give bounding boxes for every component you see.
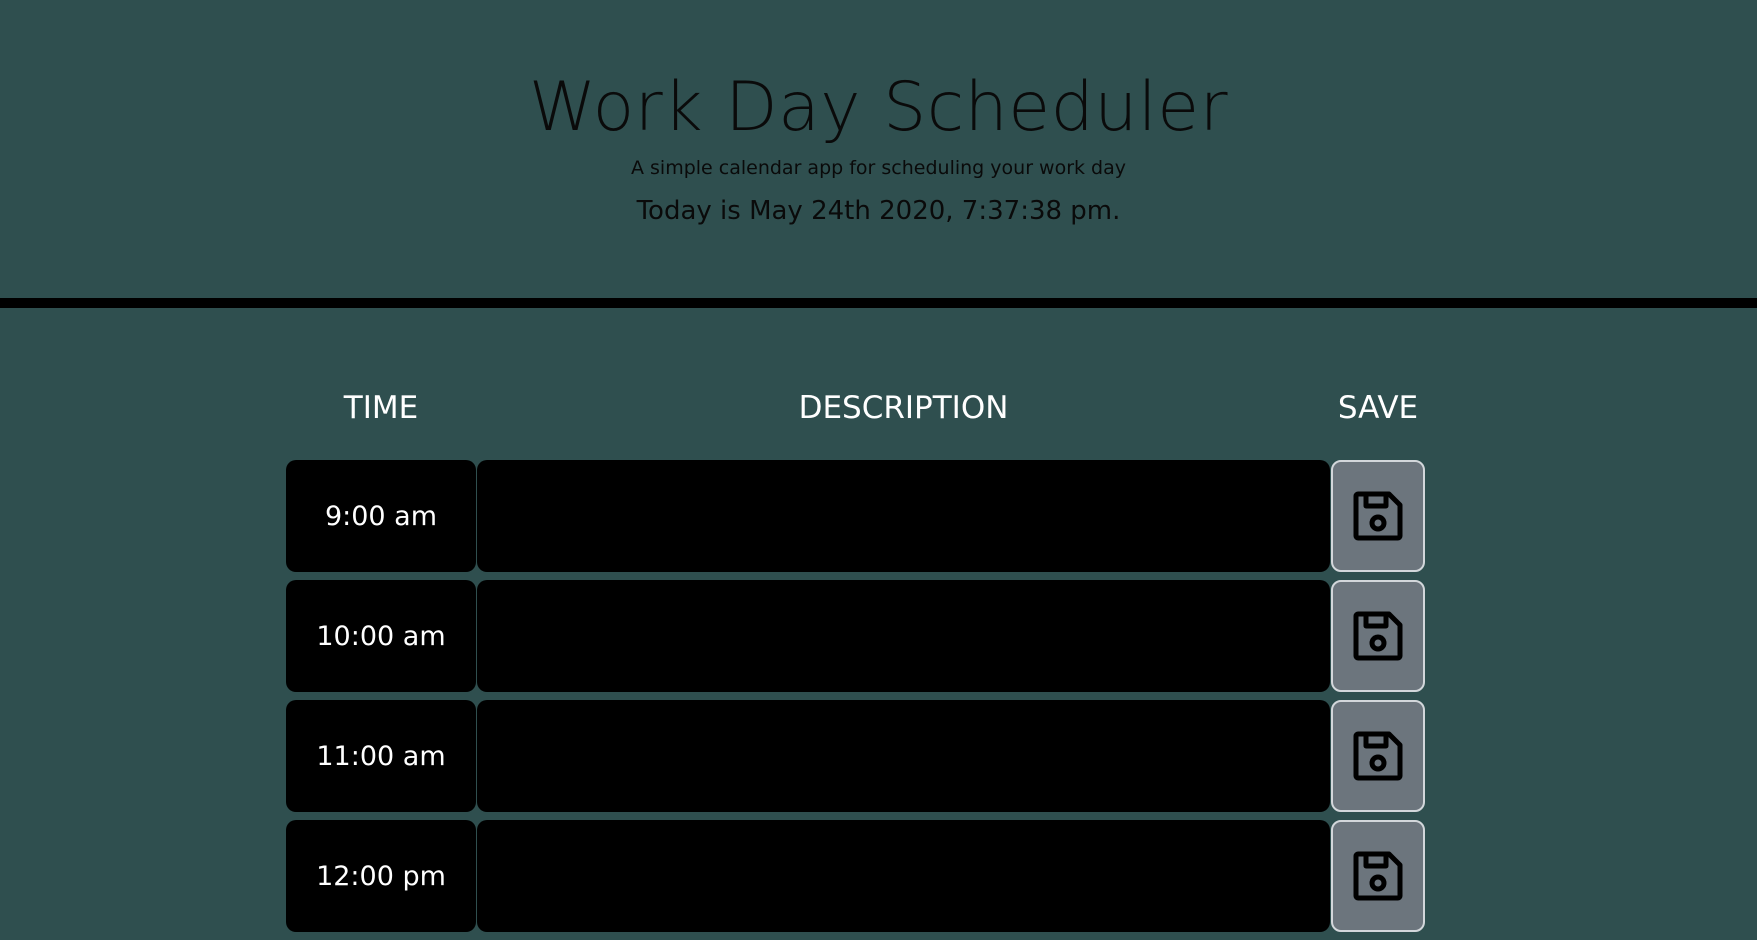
floppy-disk-icon [1351,729,1405,783]
header-divider [0,298,1757,308]
save-button[interactable] [1331,700,1425,812]
hour-label: 12:00 pm [286,820,476,932]
floppy-disk-icon [1351,849,1405,903]
time-column-header: TIME [343,390,419,426]
page-title: Work Day Scheduler [528,68,1229,147]
hour-label: 10:00 am [286,580,476,692]
description-input[interactable] [477,820,1330,932]
time-block-row: 9:00 am [286,460,1426,572]
floppy-disk-icon [1351,489,1405,543]
header-jumbotron: Work Day Scheduler A simple calendar app… [0,0,1757,298]
save-button[interactable] [1331,460,1425,572]
description-input[interactable] [477,460,1330,572]
time-block-row: 11:00 am [286,700,1426,812]
floppy-disk-icon [1351,609,1405,663]
time-block-row: 10:00 am [286,580,1426,692]
description-input[interactable] [477,700,1330,812]
current-date-time: Today is May 24th 2020, 7:37:38 pm. [636,196,1121,226]
description-column-header: DESCRIPTION [798,390,1009,426]
time-block-list: 9:00 am 10:00 am 11:00 am 12:00 pm [286,460,1426,940]
page-subtitle: A simple calendar app for scheduling you… [630,157,1127,179]
save-button[interactable] [1331,820,1425,932]
column-headers: TIME DESCRIPTION SAVE [0,388,1757,428]
save-column-header: SAVE [1337,390,1419,426]
save-button[interactable] [1331,580,1425,692]
time-block-row: 12:00 pm [286,820,1426,932]
hour-label: 9:00 am [286,460,476,572]
hour-label: 11:00 am [286,700,476,812]
description-input[interactable] [477,580,1330,692]
